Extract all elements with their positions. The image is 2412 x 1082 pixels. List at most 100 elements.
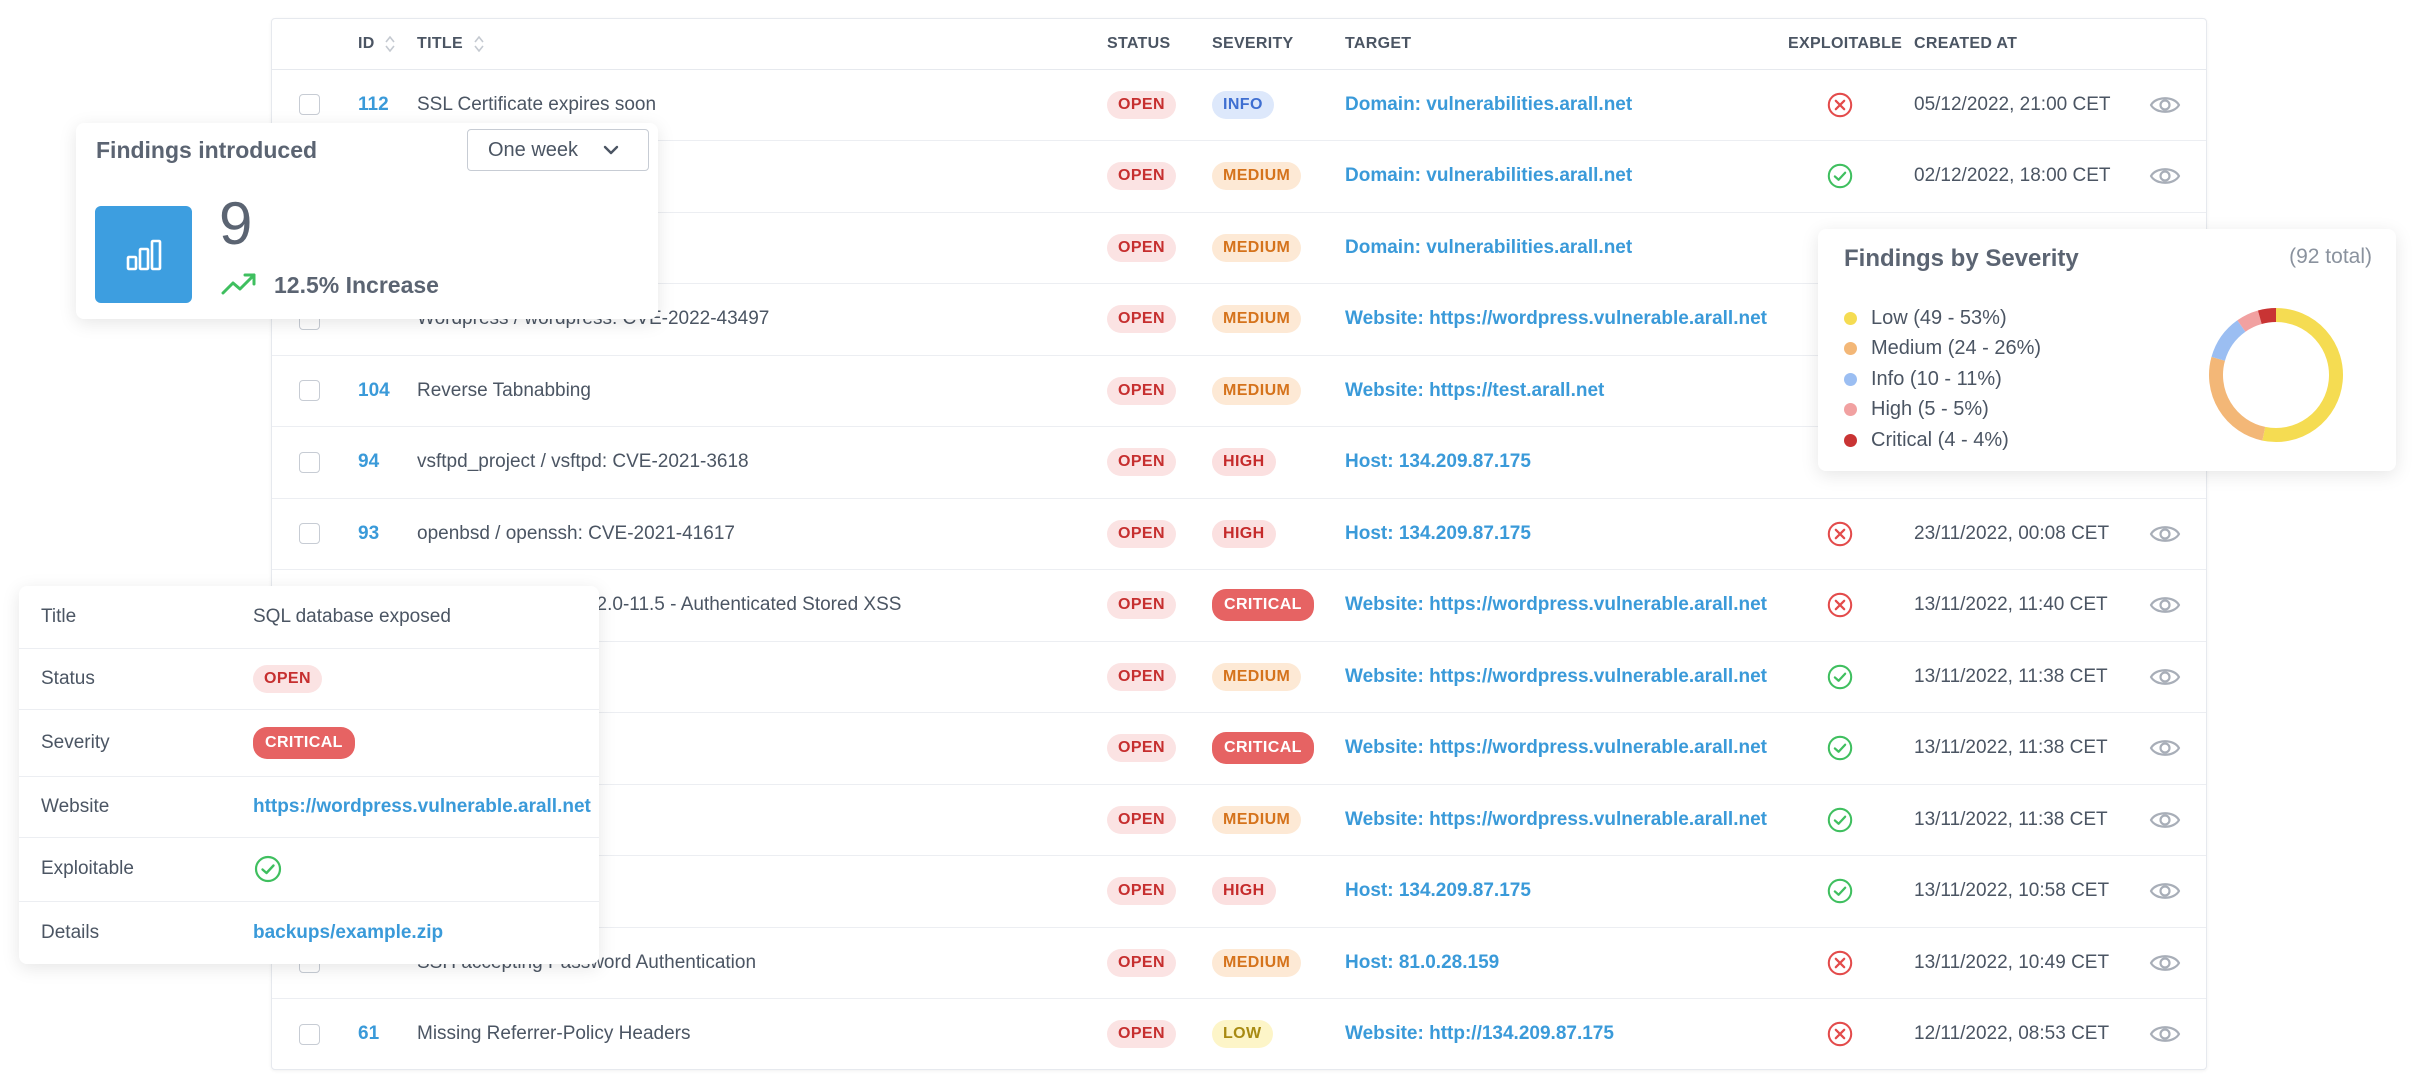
bar-chart-icon (95, 206, 192, 303)
eye-icon[interactable] (2149, 736, 2181, 760)
row-target-link[interactable]: Website: https://wordpress.vulnerable.ar… (1345, 641, 1767, 712)
details-link[interactable]: backups/example.zip (253, 922, 443, 944)
row-created-at: 13/11/2022, 11:38 CET (1914, 665, 2108, 687)
sort-icon[interactable] (474, 34, 484, 54)
row-title: openbsd / openssh: CVE-2021-41617 (417, 522, 735, 544)
status-badge: OPEN (1107, 90, 1176, 119)
status-badge: OPEN (1107, 877, 1176, 905)
legend-item: Low (49 - 53%) (1844, 303, 2007, 333)
detail-value-title: SQL database exposed (253, 606, 451, 627)
legend-label: High (5 - 5%) (1871, 398, 1989, 420)
period-select[interactable]: One week (467, 129, 649, 171)
row-target-link[interactable]: Domain: vulnerabilities.arall.net (1345, 212, 1632, 283)
severity-badge: HIGH (1212, 448, 1276, 476)
row-id[interactable]: 61 (358, 999, 379, 1070)
row-target-link[interactable]: Host: 134.209.87.175 (1345, 498, 1531, 569)
row-target-link[interactable]: Website: https://wordpress.vulnerable.ar… (1345, 284, 1767, 355)
findings-count: 9 (219, 190, 253, 257)
x-circle-icon (1827, 92, 1853, 117)
row-created-at: 12/11/2022, 08:53 CET (1914, 1023, 2110, 1044)
x-circle-icon (1827, 521, 1853, 546)
sort-icon[interactable] (385, 34, 395, 54)
detail-row-exploitable: Exploitable (19, 837, 599, 902)
row-checkbox[interactable] (299, 94, 320, 115)
table-row[interactable]: 61 Missing Referrer-Policy Headers OPEN LOW… (272, 999, 2206, 1070)
eye-icon[interactable] (2149, 951, 2181, 975)
x-circle-icon (1827, 1021, 1853, 1047)
row-created-at: 13/11/2022, 11:38 CET (1914, 808, 2108, 830)
row-id[interactable]: 93 (358, 498, 379, 569)
status-badge: OPEN (1107, 519, 1176, 548)
severity-badge: CRITICAL (253, 726, 355, 759)
table-header: ID TITLE STATUS SEVERITY TARGET EXPLOITA… (272, 19, 2206, 70)
row-checkbox[interactable] (299, 451, 320, 473)
status-badge: OPEN (253, 664, 322, 693)
check-circle-icon (1827, 807, 1853, 832)
row-checkbox[interactable] (299, 523, 320, 544)
row-id[interactable]: 94 (358, 427, 379, 498)
findings-introduced-card: Findings introduced One week 9 12.5% Inc… (76, 123, 658, 319)
detail-row-status: Status OPEN (19, 648, 599, 710)
row-target-link[interactable]: Website: http://134.209.87.175 (1345, 999, 1614, 1070)
check-circle-icon (254, 855, 282, 883)
legend-dot (1844, 372, 1857, 386)
row-target-link[interactable]: Website: https://wordpress.vulnerable.ar… (1345, 784, 1767, 855)
status-badge: OPEN (1107, 662, 1176, 691)
row-title: Missing Referrer-Policy Headers (417, 1023, 691, 1044)
status-badge: OPEN (1107, 448, 1176, 476)
eye-icon[interactable] (2149, 522, 2181, 546)
row-target-link[interactable]: Host: 134.209.87.175 (1345, 856, 1531, 927)
table-row[interactable]: 93 openbsd / openssh: CVE-2021-41617 OPEN H… (272, 498, 2206, 570)
status-badge: OPEN (1107, 734, 1176, 762)
eye-icon[interactable] (2149, 665, 2181, 689)
donut-slice (2209, 356, 2266, 441)
legend-item: Medium (24 - 26%) (1844, 334, 2041, 364)
eye-icon[interactable] (2149, 164, 2181, 188)
website-link[interactable]: https://wordpress.vulnerable.arall.net (253, 796, 591, 818)
severity-badge: HIGH (1212, 877, 1276, 905)
row-target-link[interactable]: Website: https://wordpress.vulnerable.ar… (1345, 570, 1767, 641)
column-header-severity: SEVERITY (1212, 35, 1294, 52)
row-target-link[interactable]: Host: 134.209.87.175 (1345, 427, 1531, 498)
legend-label: Info (10 - 11%) (1871, 367, 2002, 390)
row-created-at: 23/11/2022, 00:08 CET (1914, 522, 2110, 544)
check-circle-icon (1827, 163, 1853, 189)
check-circle-icon (1827, 664, 1853, 689)
column-header-exploitable: EXPLOITABLE (1788, 35, 1903, 52)
detail-row-details: Details backups/example.zip (19, 901, 599, 964)
row-id[interactable]: 104 (358, 355, 390, 426)
severity-total: (92 total) (2289, 245, 2372, 268)
row-target-link[interactable]: Host: 81.0.28.159 (1345, 927, 1499, 998)
period-select-value: One week (488, 138, 579, 161)
column-header-target: TARGET (1345, 35, 1412, 52)
severity-badge: CRITICAL (1212, 589, 1314, 621)
eye-icon[interactable] (2149, 808, 2181, 832)
row-created-at: 13/11/2022, 10:49 CET (1914, 951, 2110, 973)
legend-label: Critical (4 - 4%) (1871, 428, 2009, 451)
legend-dot (1844, 403, 1857, 416)
row-target-link[interactable]: Website: https://test.arall.net (1345, 355, 1604, 426)
column-header-id[interactable]: ID (358, 19, 395, 69)
row-target-link[interactable]: Website: https://wordpress.vulnerable.ar… (1345, 713, 1767, 784)
eye-icon[interactable] (2149, 93, 2181, 117)
severity-badge: MEDIUM (1212, 805, 1302, 834)
row-target-link[interactable]: Domain: vulnerabilities.arall.net (1345, 141, 1632, 212)
donut-slice (2211, 320, 2246, 361)
detail-label-website: Website (41, 795, 110, 817)
row-target-link[interactable]: Domain: vulnerabilities.arall.net (1345, 69, 1632, 140)
detail-label-severity: Severity (41, 731, 110, 753)
legend-label: Low (49 - 53%) (1871, 306, 2007, 329)
eye-icon[interactable] (2149, 1022, 2181, 1046)
column-header-title-label: TITLE (417, 35, 463, 52)
severity-badge: LOW (1212, 1020, 1273, 1048)
legend-item: High (5 - 5%) (1844, 395, 1989, 425)
eye-icon[interactable] (2149, 593, 2181, 617)
row-checkbox[interactable] (299, 1023, 320, 1045)
row-created-at: 13/11/2022, 11:40 CET (1914, 594, 2108, 615)
status-badge: OPEN (1107, 376, 1176, 405)
eye-icon[interactable] (2149, 879, 2181, 903)
status-badge: OPEN (1107, 805, 1176, 834)
severity-badge: MEDIUM (1212, 376, 1302, 405)
row-checkbox[interactable] (299, 380, 320, 401)
column-header-title[interactable]: TITLE (417, 19, 484, 69)
